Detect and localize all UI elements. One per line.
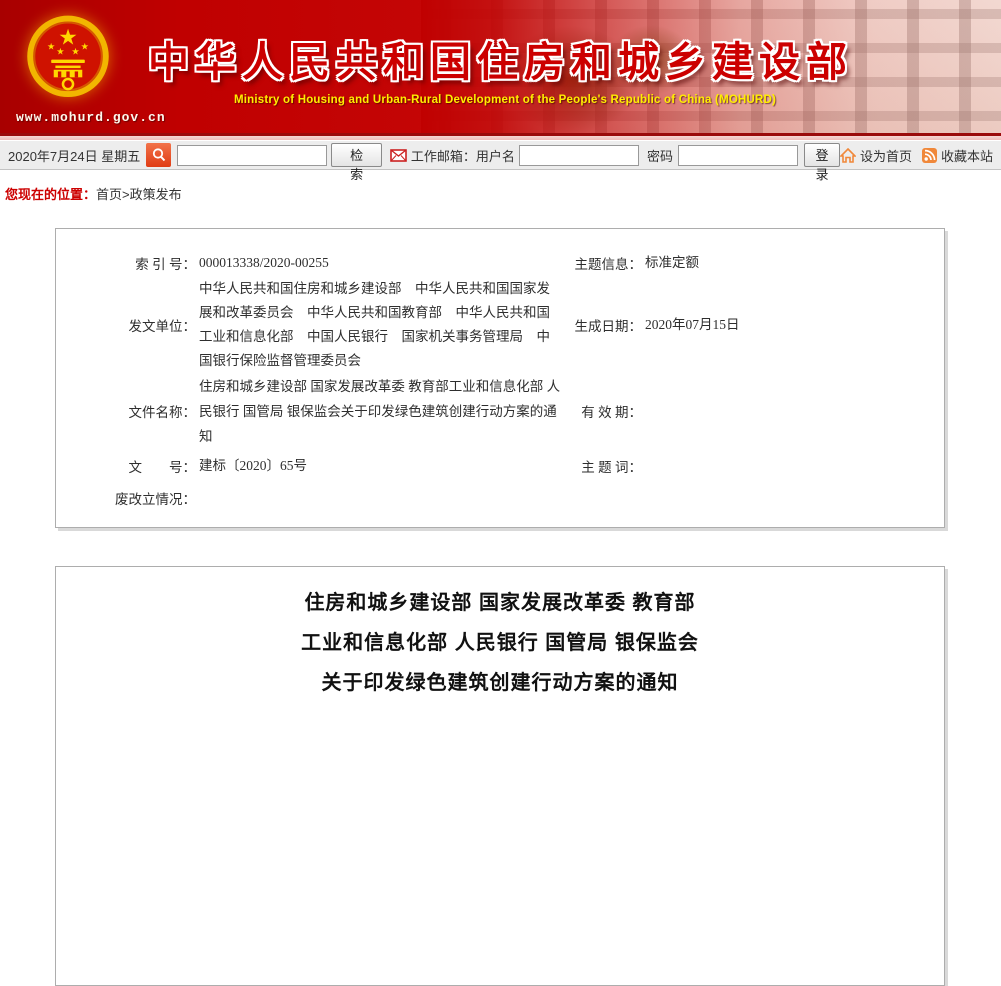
- repeal-status-label: 废改立情况：: [115, 492, 196, 507]
- magnifier-icon: [151, 147, 167, 163]
- toolbar: 2020年7月24日 星期五 检 索 工作邮箱：用户名 密码 登录 设为首页 收…: [0, 140, 1001, 182]
- index-number-value: 000013338/2020-00255: [199, 255, 329, 270]
- svg-text:★: ★: [56, 47, 64, 58]
- password-label: 密码: [646, 148, 673, 164]
- breadcrumb-prefix: 您现在的位置：: [5, 187, 97, 202]
- meta-row-docname: 文件名称： 住房和城乡建设部 国家发展改革委 教育部工业和信息化部 人民银行 国…: [56, 373, 944, 449]
- index-number-label: 索 引 号：: [135, 257, 196, 272]
- document-number-label: 文 号：: [128, 460, 197, 475]
- work-mail-username-label: 工作邮箱：用户名: [410, 148, 515, 164]
- svg-text:★: ★: [71, 47, 79, 58]
- current-date: 2020年7月24日 星期五: [8, 148, 141, 164]
- meta-row-status: 废改立情况：: [56, 483, 944, 513]
- password-input[interactable]: [677, 144, 798, 166]
- generate-date-value: 2020年07月15日: [645, 317, 740, 332]
- generate-date-label: 生成日期：: [574, 319, 643, 334]
- search-submit-button[interactable]: 检 索: [331, 143, 382, 182]
- envelope-icon: [390, 148, 407, 162]
- topic-info-value: 标准定额: [645, 255, 699, 270]
- site-url: www.mohurd.gov.cn: [16, 110, 166, 125]
- document-title-line: 住房和城乡建设部 国家发展改革委 教育部: [304, 592, 696, 614]
- site-header: ★ ★ ★ ★ ★ www.mohurd.gov.cn 中华人民共和国住房和城乡…: [0, 0, 1001, 133]
- issuing-unit-label: 发文单位：: [128, 319, 197, 334]
- rss-icon: [921, 147, 937, 163]
- china-national-emblem-icon: ★ ★ ★ ★ ★: [26, 12, 110, 104]
- document-title-line: 工业和信息化部 人民银行 国管局 银保监会: [301, 632, 699, 654]
- validity-label: 有 效 期：: [581, 405, 642, 420]
- breadcrumb: 您现在的位置：首页>政策发布: [5, 184, 182, 203]
- document-body-box: 住房和城乡建设部 国家发展改革委 教育部 工业和信息化部 人民银行 国管局 银保…: [55, 566, 945, 986]
- login-button[interactable]: 登录: [803, 143, 840, 182]
- svg-text:★: ★: [81, 42, 89, 53]
- home-icon: [839, 147, 856, 163]
- search-input[interactable]: [177, 144, 328, 166]
- document-metadata-box: 索 引 号： 000013338/2020-00255 主题信息： 标准定额 发…: [55, 228, 945, 528]
- document-number-value: 建标〔2020〕65号: [199, 458, 307, 473]
- keyword-label: 主 题 词：: [581, 460, 642, 475]
- document-name-label: 文件名称：: [128, 405, 197, 420]
- document-name-value: 住房和城乡建设部 国家发展改革委 教育部工业和信息化部 人民银行 国管局 银保监…: [199, 378, 561, 444]
- meta-row-docnum: 文 号： 建标〔2020〕65号 主 题 词：: [56, 449, 944, 483]
- document-title-line: 关于印发绿色建筑创建行动方案的通知: [321, 672, 679, 694]
- meta-row-issuer: 发文单位： 中华人民共和国住房和城乡建设部 中华人民共和国国家发展和改革委员会 …: [56, 277, 944, 373]
- set-homepage-link[interactable]: 设为首页: [860, 146, 912, 165]
- topic-info-label: 主题信息：: [574, 257, 643, 272]
- issuing-unit-value: 中华人民共和国住房和城乡建设部 中华人民共和国国家发展和改革委员会 中华人民共和…: [199, 281, 550, 368]
- meta-row-index: 索 引 号： 000013338/2020-00255 主题信息： 标准定额: [56, 249, 944, 277]
- search-icon-button[interactable]: [146, 143, 172, 167]
- username-input[interactable]: [518, 144, 639, 166]
- site-title: 中华人民共和国住房和城乡建设部: [148, 39, 853, 85]
- bookmark-site-link[interactable]: 收藏本站: [941, 146, 993, 165]
- svg-text:★: ★: [47, 42, 55, 53]
- breadcrumb-path[interactable]: 首页>政策发布: [96, 187, 182, 202]
- site-subtitle-english: Ministry of Housing and Urban-Rural Deve…: [233, 94, 777, 106]
- document-title: 住房和城乡建设部 国家发展改革委 教育部 工业和信息化部 人民银行 国管局 银保…: [56, 583, 944, 703]
